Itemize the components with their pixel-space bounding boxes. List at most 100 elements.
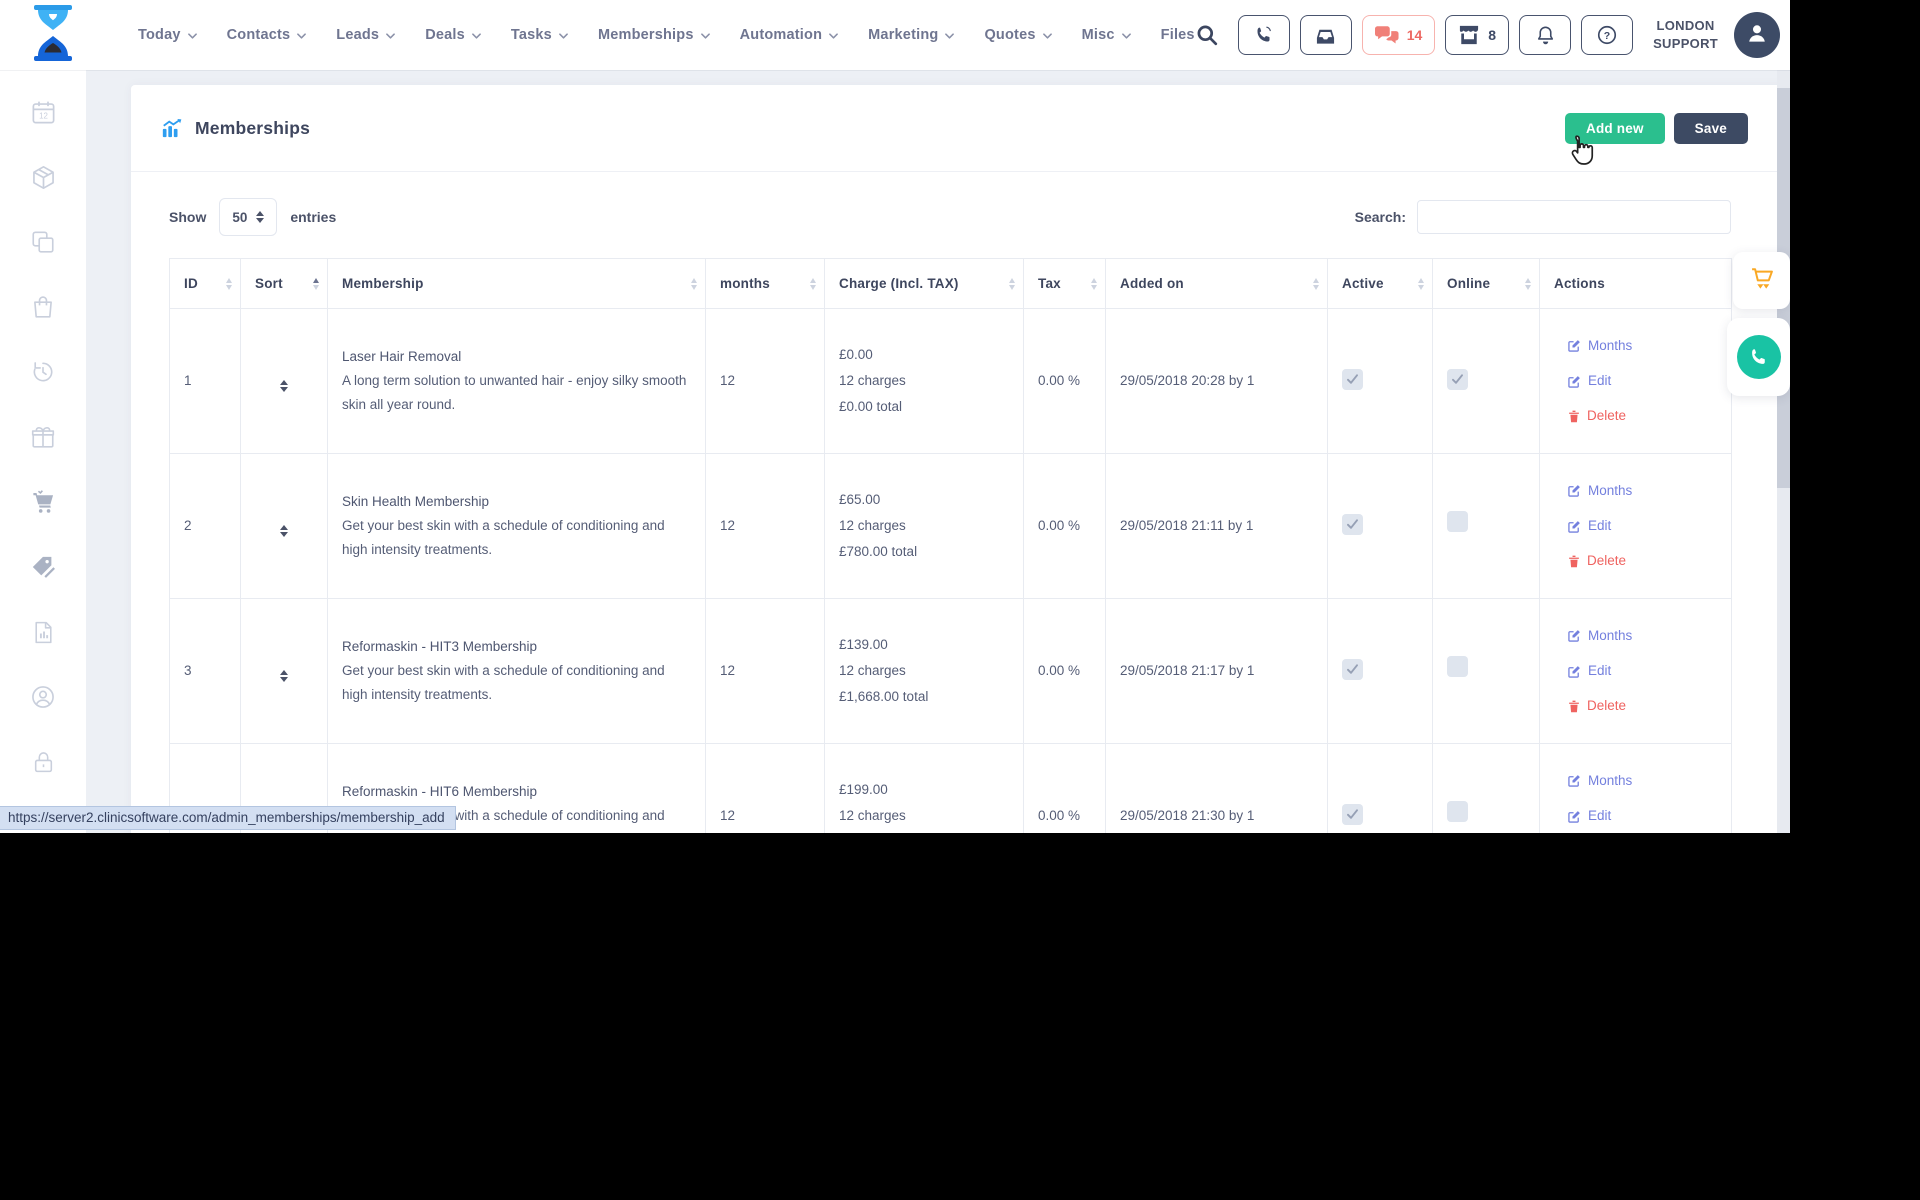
nav-item-memberships[interactable]: Memberships bbox=[598, 27, 710, 43]
edit-link[interactable]: Edit bbox=[1568, 518, 1717, 534]
notifications-button[interactable] bbox=[1519, 15, 1571, 55]
column-header-sort[interactable]: Sort bbox=[241, 259, 328, 309]
page-size-value: 50 bbox=[232, 210, 247, 225]
sidebar-item-gift[interactable] bbox=[0, 407, 86, 472]
column-header-charge-incl-tax[interactable]: Charge (Incl. TAX) bbox=[825, 259, 1024, 309]
sidebar-item-copy[interactable] bbox=[0, 212, 86, 277]
column-header-tax[interactable]: Tax bbox=[1024, 259, 1106, 309]
nav-item-contacts[interactable]: Contacts bbox=[227, 27, 307, 43]
nav-item-files[interactable]: Files bbox=[1161, 27, 1195, 43]
history-icon bbox=[30, 359, 56, 390]
save-button[interactable]: Save bbox=[1674, 113, 1748, 144]
nav-item-deals[interactable]: Deals bbox=[425, 27, 481, 43]
delete-link[interactable]: Delete bbox=[1568, 553, 1717, 569]
nav-item-marketing[interactable]: Marketing bbox=[868, 27, 954, 43]
phone-icon bbox=[1254, 25, 1274, 45]
user-circle-icon bbox=[30, 684, 56, 715]
sidebar-item-bag[interactable] bbox=[0, 277, 86, 342]
edit-link[interactable]: Edit bbox=[1568, 808, 1717, 824]
sort-arrows-icon bbox=[810, 278, 816, 290]
months-link[interactable]: Months bbox=[1568, 338, 1717, 354]
search-icon[interactable] bbox=[1195, 23, 1219, 47]
edit-link[interactable]: Edit bbox=[1568, 663, 1717, 679]
column-header-label: ID bbox=[184, 276, 198, 291]
column-header-id[interactable]: ID bbox=[170, 259, 241, 309]
drag-sort-handle-icon[interactable] bbox=[280, 525, 288, 537]
cell-charge: £139.0012 charges£1,668.00 total bbox=[825, 599, 1024, 744]
sidebar-item-calendar[interactable]: 12 bbox=[0, 82, 86, 147]
bag-icon bbox=[30, 294, 56, 325]
help-button[interactable]: ? bbox=[1581, 15, 1633, 55]
membership-name: Reformaskin - HIT3 Membership bbox=[342, 635, 691, 659]
nav-item-label: Contacts bbox=[227, 27, 291, 43]
sidebar-item-cart[interactable] bbox=[0, 472, 86, 537]
cell-tax: 0.00 % bbox=[1024, 454, 1106, 599]
store-button[interactable]: 8 bbox=[1445, 15, 1509, 55]
nav-item-today[interactable]: Today bbox=[138, 27, 197, 43]
badge-count: 14 bbox=[1407, 27, 1423, 43]
column-header-active[interactable]: Active bbox=[1328, 259, 1433, 309]
sort-arrows-icon bbox=[1418, 278, 1424, 290]
edit-icon bbox=[1568, 810, 1581, 823]
cell-id: 2 bbox=[170, 454, 241, 599]
column-header-online[interactable]: Online bbox=[1433, 259, 1540, 309]
inbox-icon bbox=[1314, 25, 1337, 45]
nav-item-tasks[interactable]: Tasks bbox=[511, 27, 568, 43]
table-row: 1Laser Hair RemovalA long term solution … bbox=[170, 309, 1732, 454]
drag-sort-handle-icon[interactable] bbox=[280, 380, 288, 392]
months-link[interactable]: Months bbox=[1568, 628, 1717, 644]
cell-months: 12 bbox=[706, 309, 825, 454]
drag-sort-handle-icon[interactable] bbox=[280, 670, 288, 682]
body-row: 12 Memberships bbox=[0, 70, 1790, 833]
column-header-label: Added on bbox=[1120, 276, 1184, 291]
add-new-button[interactable]: Add new bbox=[1565, 113, 1665, 144]
page-size-select[interactable]: 50 bbox=[219, 198, 277, 236]
months-link[interactable]: Months bbox=[1568, 773, 1717, 789]
app-logo[interactable] bbox=[28, 5, 78, 66]
sidebar-item-history[interactable] bbox=[0, 342, 86, 407]
messages-button[interactable]: 14 bbox=[1362, 15, 1436, 55]
column-header-membership[interactable]: Membership bbox=[328, 259, 706, 309]
online-checkbox[interactable] bbox=[1447, 801, 1468, 822]
tags-icon bbox=[30, 554, 57, 586]
nav-item-automation[interactable]: Automation bbox=[740, 27, 839, 43]
column-header-months[interactable]: months bbox=[706, 259, 825, 309]
sidebar-item-user-circle[interactable] bbox=[0, 667, 86, 732]
chat-icon bbox=[1375, 26, 1399, 45]
sidebar-item-lock[interactable] bbox=[0, 732, 86, 797]
online-checkbox[interactable] bbox=[1447, 369, 1468, 390]
edit-icon bbox=[1568, 520, 1581, 533]
floating-phone-button[interactable] bbox=[1727, 318, 1790, 396]
column-header-added-on[interactable]: Added on bbox=[1106, 259, 1328, 309]
cell-sort bbox=[241, 454, 328, 599]
active-checkbox[interactable] bbox=[1342, 804, 1363, 825]
floating-cart-button[interactable] bbox=[1733, 252, 1790, 309]
package-icon bbox=[30, 164, 57, 196]
table-search-input[interactable] bbox=[1417, 200, 1731, 234]
inbox-button[interactable] bbox=[1300, 15, 1352, 55]
sidebar-item-tags[interactable] bbox=[0, 537, 86, 602]
delete-link[interactable]: Delete bbox=[1568, 408, 1717, 424]
membership-name: Reformaskin - HIT6 Membership bbox=[342, 780, 691, 804]
sidebar-item-report[interactable] bbox=[0, 602, 86, 667]
active-checkbox[interactable] bbox=[1342, 514, 1363, 535]
scrollbar[interactable] bbox=[1777, 70, 1790, 833]
user-name-line2: SUPPORT bbox=[1653, 35, 1718, 53]
sort-arrows-icon bbox=[226, 278, 232, 290]
phone-button[interactable] bbox=[1238, 15, 1290, 55]
online-checkbox[interactable] bbox=[1447, 656, 1468, 677]
months-link[interactable]: Months bbox=[1568, 483, 1717, 499]
nav-item-leads[interactable]: Leads bbox=[336, 27, 395, 43]
trash-icon bbox=[1568, 410, 1580, 423]
active-checkbox[interactable] bbox=[1342, 659, 1363, 680]
user-avatar[interactable] bbox=[1734, 12, 1780, 58]
sidebar-item-package[interactable] bbox=[0, 147, 86, 212]
nav-item-quotes[interactable]: Quotes bbox=[984, 27, 1051, 43]
nav-item-misc[interactable]: Misc bbox=[1082, 27, 1131, 43]
delete-link[interactable]: Delete bbox=[1568, 698, 1717, 714]
active-checkbox[interactable] bbox=[1342, 369, 1363, 390]
edit-link[interactable]: Edit bbox=[1568, 373, 1717, 389]
badge-count: 8 bbox=[1488, 27, 1496, 43]
online-checkbox[interactable] bbox=[1447, 511, 1468, 532]
top-navbar: Today Contacts Leads Deals Tasks Memberships A… bbox=[0, 0, 1790, 70]
